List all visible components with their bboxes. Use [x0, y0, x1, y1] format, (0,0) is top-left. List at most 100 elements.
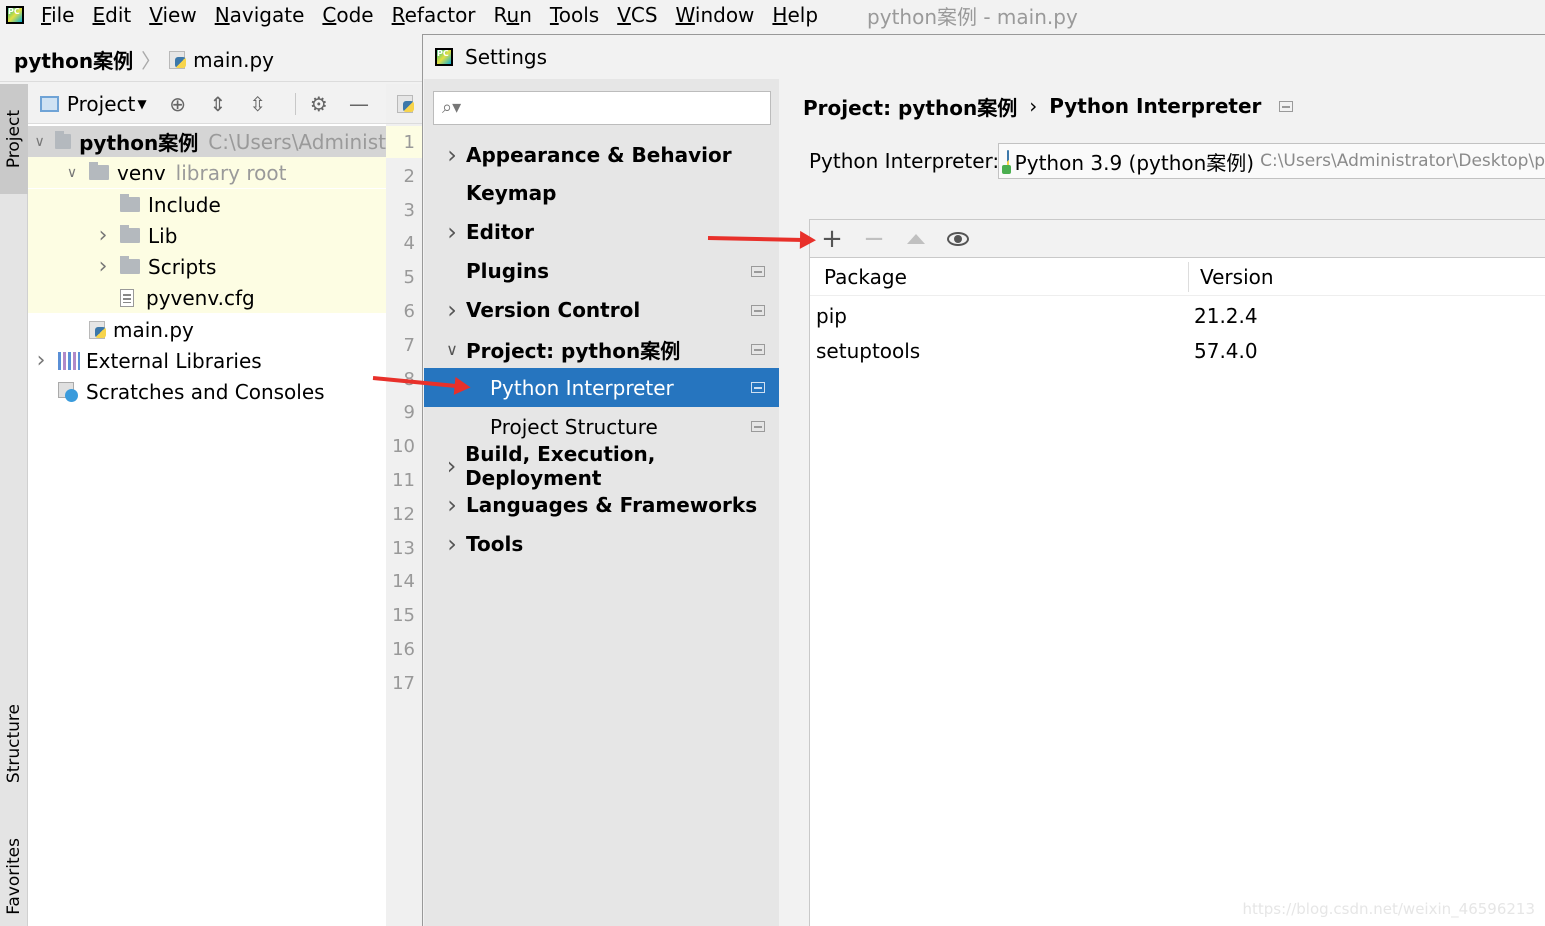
chevron-right-icon[interactable]: ›	[444, 218, 460, 246]
hide-panel-icon[interactable]: —	[346, 90, 372, 118]
structure-tool-tab-label: Structure	[4, 704, 24, 784]
settings-nav-keymap[interactable]: Keymap	[424, 174, 779, 213]
breadcrumb-parent[interactable]: Project: python案例	[803, 92, 1017, 121]
tree-item-include[interactable]: Include	[28, 189, 386, 220]
settings-nav-label: Appearance & Behavior	[466, 142, 732, 167]
table-row[interactable]: pip 21.2.4	[810, 300, 1545, 334]
menu-help[interactable]: Help	[763, 3, 827, 27]
settings-nav-tools[interactable]: › Tools	[424, 524, 779, 563]
chevron-down-icon[interactable]: ∨	[444, 340, 460, 359]
chevron-right-icon[interactable]: ›	[444, 491, 460, 519]
settings-nav-label: Version Control	[466, 298, 641, 323]
settings-nav-project-structure[interactable]: Project Structure	[424, 407, 779, 446]
chevron-right-icon[interactable]: ›	[96, 254, 110, 279]
tree-item-label: pyvenv.cfg	[146, 285, 255, 310]
line-number: 15	[392, 605, 415, 627]
remove-package-button[interactable]: −	[862, 226, 886, 252]
line-number: 13	[392, 537, 415, 559]
editor-gutter: 1234567891011121314151617	[386, 84, 424, 926]
line-number: 5	[403, 267, 415, 289]
menu-navigate[interactable]: Navigate	[206, 3, 314, 27]
tree-item-main-py[interactable]: main.py	[28, 314, 386, 345]
expand-all-icon[interactable]: ⇕	[205, 90, 231, 118]
chevron-right-icon[interactable]: ›	[444, 530, 460, 558]
settings-search-input[interactable]	[470, 96, 760, 120]
settings-nav-build-execution-deployment[interactable]: › Build, Execution, Deployment	[424, 442, 779, 490]
settings-nav-project-python[interactable]: ∨ Project: python案例	[424, 330, 779, 369]
watermark: https://blog.csdn.net/weixin_46596213	[1242, 900, 1535, 918]
toolbar-divider	[294, 92, 296, 115]
settings-nav-editor[interactable]: › Editor	[424, 213, 779, 252]
line-number: 9	[403, 402, 415, 424]
chevron-right-icon[interactable]: ›	[96, 223, 110, 248]
breadcrumb-current: Python Interpreter	[1049, 94, 1262, 118]
settings-nav-plugins[interactable]: Plugins	[424, 252, 779, 291]
menu-run[interactable]: Run	[485, 3, 541, 27]
eye-icon	[947, 231, 969, 246]
settings-nav-appearance-behavior[interactable]: › Appearance & Behavior	[424, 135, 779, 174]
folder-icon	[120, 256, 140, 274]
settings-title-bar: Settings	[423, 35, 1545, 79]
settings-search-box[interactable]: ⌕▾	[433, 91, 771, 125]
tree-item-python[interactable]: ∨ python案例 C:\Users\Administ	[28, 126, 386, 157]
nav-file-crumb[interactable]: main.py	[193, 48, 274, 72]
libraries-icon	[58, 351, 80, 370]
locate-file-icon[interactable]: ⊕	[165, 90, 191, 118]
interpreter-select[interactable]: Python 3.9 (python案例) C:\Users\Administr…	[998, 143, 1545, 179]
favorites-tool-tab[interactable]: Favorites	[0, 826, 28, 926]
chevron-down-icon[interactable]: ∨	[65, 165, 79, 181]
settings-nav-label: Project: python案例	[466, 338, 681, 363]
editor-tab-stub[interactable]	[386, 84, 423, 124]
menu-view[interactable]: View	[140, 3, 205, 27]
nav-project-crumb[interactable]: python案例	[14, 45, 133, 74]
tree-item-scratches-and-consoles[interactable]: Scratches and Consoles	[28, 376, 386, 407]
settings-nav-python-interpreter[interactable]: Python Interpreter	[424, 368, 779, 408]
navigation-bar: python案例 〉 main.py	[0, 38, 425, 82]
chevron-right-icon[interactable]: ›	[444, 296, 460, 324]
column-header-version[interactable]: Version	[1200, 265, 1274, 289]
tree-item-hint: C:\Users\Administ	[208, 129, 386, 154]
upgrade-package-button[interactable]	[904, 227, 928, 251]
chevron-right-icon[interactable]: ›	[34, 348, 48, 373]
menu-window[interactable]: Window	[667, 3, 764, 27]
column-divider	[1188, 262, 1189, 292]
line-number: 2	[403, 165, 415, 187]
tree-item-lib[interactable]: › Lib	[28, 220, 386, 251]
settings-dialog: Settings ⌕▾ ›Appearance & BehaviorKeymap…	[422, 34, 1545, 926]
settings-nav-version-control[interactable]: › Version Control	[424, 291, 779, 330]
menu-tools[interactable]: Tools	[541, 3, 608, 27]
menu-vcs[interactable]: VCS	[608, 3, 666, 27]
structure-tool-tab[interactable]: Structure	[0, 689, 28, 799]
tree-item-pyvenv-cfg[interactable]: pyvenv.cfg	[28, 282, 386, 313]
tree-item-scripts[interactable]: › Scripts	[28, 251, 386, 282]
table-row[interactable]: setuptools 57.4.0	[810, 335, 1545, 369]
tree-item-label: venv	[117, 160, 166, 185]
chevron-down-icon[interactable]: ∨	[34, 134, 45, 150]
project-view-dropdown[interactable]: Project	[67, 92, 135, 116]
settings-nav-languages-frameworks[interactable]: › Languages & Frameworks	[424, 485, 779, 524]
settings-content: Project: python案例 › Python Interpreter P…	[779, 79, 1545, 926]
collapse-all-icon[interactable]: ⇳	[245, 90, 271, 118]
column-header-package[interactable]: Package	[824, 265, 907, 289]
show-early-releases-button[interactable]	[946, 227, 970, 251]
chevron-right-icon[interactable]: ›	[444, 141, 460, 169]
chevron-down-icon[interactable]: ▼	[137, 97, 146, 111]
interpreter-label: Python Interpreter:	[809, 149, 1000, 173]
tree-item-label: main.py	[113, 317, 194, 342]
packages-toolbar: + −	[810, 220, 1545, 258]
menu-file[interactable]: File	[32, 3, 83, 27]
tree-item-external-libraries[interactable]: › External Libraries	[28, 345, 386, 376]
tree-item-venv[interactable]: ∨ venv library root	[28, 157, 386, 188]
project-tool-tab[interactable]: Project	[0, 84, 28, 194]
gear-icon[interactable]: ⚙	[306, 90, 332, 118]
menu-code[interactable]: Code	[313, 3, 382, 27]
project-scope-icon	[751, 382, 765, 394]
line-number: 14	[392, 571, 415, 593]
chevron-right-icon[interactable]: ›	[444, 452, 459, 480]
line-number: 12	[392, 503, 415, 525]
menu-refactor[interactable]: Refactor	[383, 3, 485, 27]
tree-item-hint: library root	[175, 160, 287, 185]
menu-edit[interactable]: Edit	[83, 3, 140, 27]
scratches-icon	[58, 381, 78, 402]
add-package-button[interactable]: +	[820, 226, 844, 252]
